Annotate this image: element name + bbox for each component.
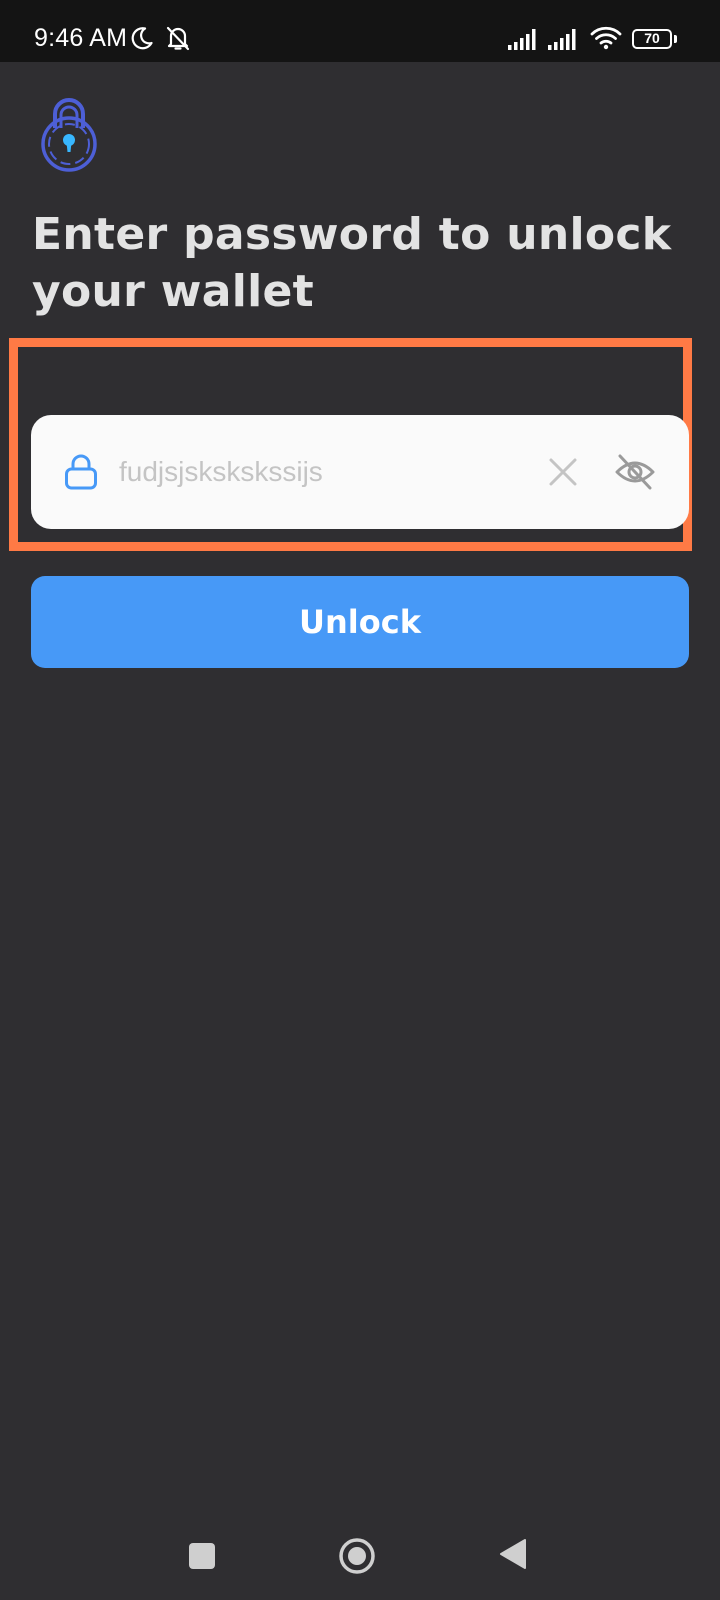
recents-icon[interactable] [189, 1543, 215, 1569]
page-title: Enter password to unlock your wallet [32, 209, 672, 317]
signal-icon [548, 29, 576, 50]
bell-off-icon [166, 26, 190, 51]
lock-icon [65, 454, 97, 490]
clear-icon [549, 458, 577, 486]
eye-off-icon [615, 454, 655, 490]
password-input[interactable] [119, 445, 519, 499]
back-icon[interactable] [499, 1538, 527, 1570]
status-time: 9:46 AM [34, 24, 128, 52]
unlock-button[interactable]: Unlock [31, 576, 689, 668]
toggle-visibility-button[interactable] [611, 448, 659, 496]
unlock-wallet-screen: 9:46 AM 70 Enter password to unlock your… [0, 0, 720, 1600]
password-field[interactable] [31, 415, 689, 529]
signal-icon [508, 29, 536, 50]
status-bar: 9:46 AM 70 [0, 0, 720, 62]
battery-icon: 70 [632, 29, 672, 49]
padlock-logo-icon [41, 98, 97, 172]
home-icon[interactable] [338, 1537, 376, 1575]
wifi-icon [590, 26, 622, 50]
clear-button[interactable] [541, 450, 585, 494]
battery-tip [674, 35, 677, 43]
moon-icon [131, 27, 153, 50]
